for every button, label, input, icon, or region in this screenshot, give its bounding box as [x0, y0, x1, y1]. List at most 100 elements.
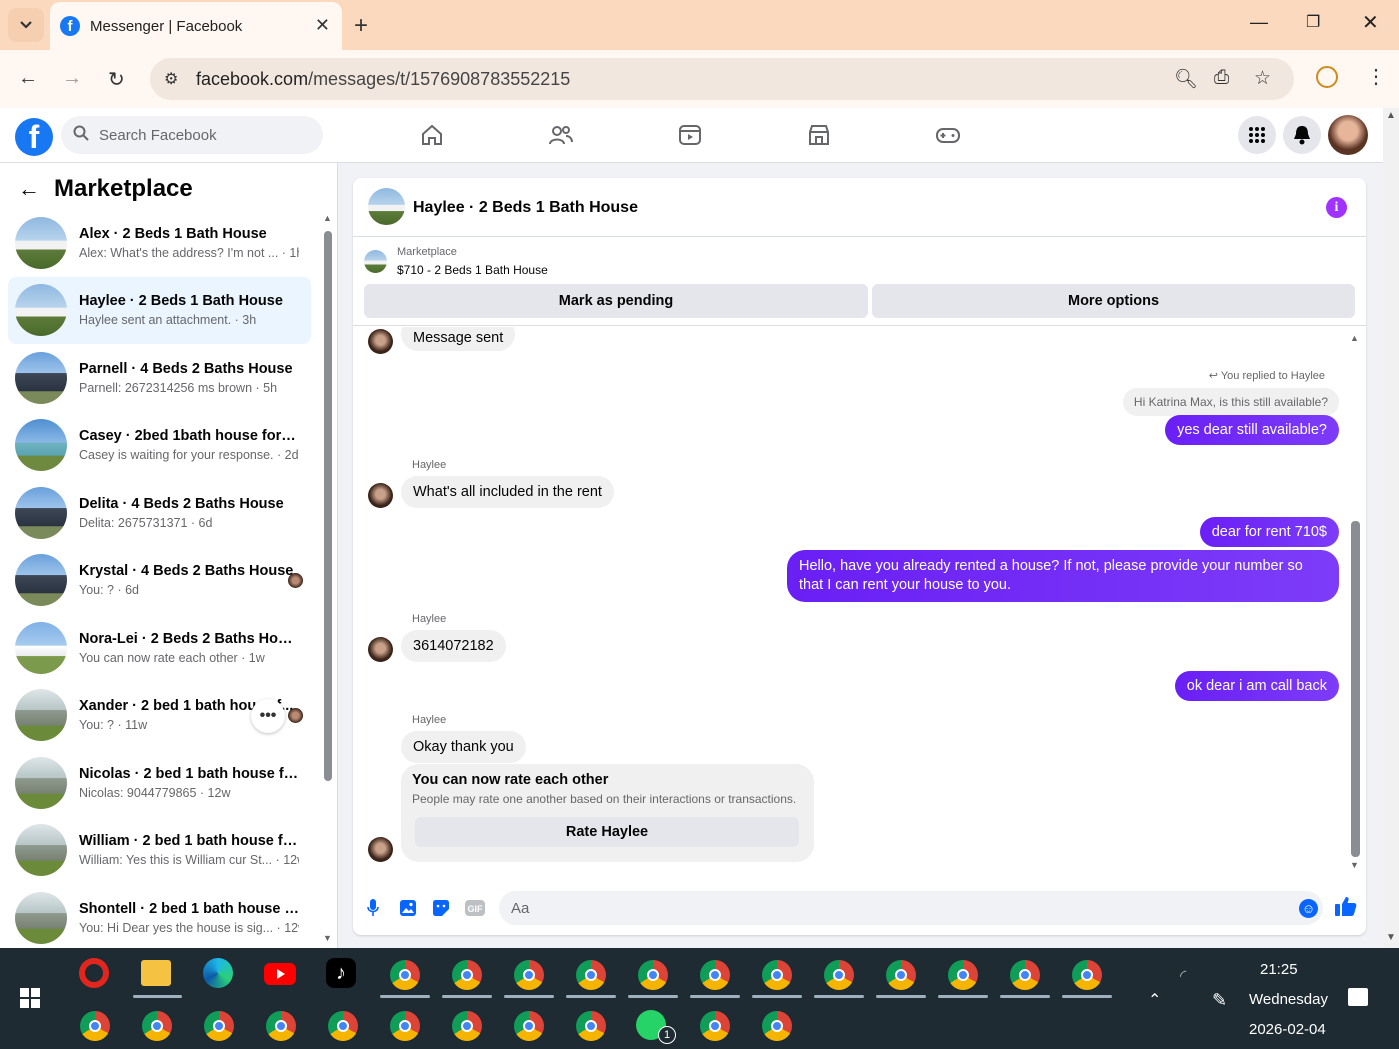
notifications-bell-icon[interactable] [1283, 116, 1321, 154]
edge-icon[interactable] [203, 958, 233, 988]
scroll-up-icon[interactable]: ▲ [1350, 333, 1359, 343]
site-settings-icon[interactable]: ⚙ [164, 69, 178, 89]
conversation-item[interactable]: Nora-Lei · 2 Beds 2 Baths House You can n… [8, 614, 311, 682]
message-input-box[interactable] [499, 891, 1323, 925]
conversation-item[interactable]: William · 2 bed 1 bath house for... Willi… [8, 817, 311, 885]
conversation-item[interactable]: Parnell · 4 Beds 2 Baths House Parnell: 2… [8, 344, 311, 412]
chrome-profile-icon[interactable] [452, 960, 482, 990]
search-input[interactable] [99, 126, 299, 144]
chat-title[interactable]: Haylee · 2 Beds 1 Bath House [413, 199, 638, 217]
chrome-profile-icon[interactable] [266, 1011, 296, 1041]
url-bar[interactable]: ⚙ facebook.com/messages/t/15769087835522… [150, 58, 1294, 100]
chrome-profile-icon[interactable] [328, 1011, 358, 1041]
scrollbar-thumb[interactable] [1351, 521, 1360, 857]
facebook-logo-icon[interactable]: f [15, 118, 53, 156]
conversation-item[interactable]: Delita · 4 Beds 2 Baths House Delita: 267… [8, 479, 311, 547]
chrome-profile-icon[interactable] [1072, 960, 1102, 990]
conversation-item[interactable]: Haylee · 2 Beds 1 Bath House Haylee sent … [8, 276, 311, 344]
marketplace-icon[interactable] [806, 122, 832, 148]
bookmark-star-icon[interactable]: ☆ [1254, 67, 1271, 90]
scroll-down-icon[interactable]: ▼ [1386, 932, 1396, 943]
wifi-icon[interactable]: ◜ [1180, 966, 1186, 986]
close-window-icon[interactable]: ✕ [1362, 10, 1379, 35]
close-tab-icon[interactable]: ✕ [315, 15, 330, 36]
sticker-icon[interactable] [432, 899, 450, 922]
chrome-profile-icon[interactable] [700, 1011, 730, 1041]
clock-time[interactable]: 21:25 [1260, 961, 1298, 978]
minimize-icon[interactable]: — [1250, 12, 1268, 33]
forward-icon[interactable]: → [62, 67, 82, 90]
back-icon[interactable]: ← [18, 67, 38, 90]
conversation-item[interactable]: Casey · 2bed 1bath house for rent Casey i… [8, 412, 311, 480]
notification-center-icon[interactable] [1348, 988, 1368, 1006]
browser-tab[interactable]: f Messenger | Facebook ✕ [50, 2, 342, 50]
gif-icon[interactable]: GIF [465, 899, 485, 922]
chrome-profile-icon[interactable] [142, 1011, 172, 1041]
chrome-profile-icon[interactable] [514, 1011, 544, 1041]
chrome-profile-icon[interactable] [824, 960, 854, 990]
quoted-message[interactable]: Hi Katrina Max, is this still available? [1122, 388, 1339, 416]
chrome-profile-icon[interactable] [886, 960, 916, 990]
conversation-item[interactable]: Xander · 2 bed 1 bath house f... You: ? ·… [8, 682, 311, 750]
page-scrollbar[interactable]: ▲ ▼ [1383, 108, 1399, 948]
scroll-down-icon[interactable]: ▼ [1350, 860, 1359, 868]
conversation-item[interactable]: Alex · 2 Beds 1 Bath House Alex: What's t… [8, 209, 311, 277]
chrome-profile-icon[interactable] [204, 1011, 234, 1041]
windows-start-icon[interactable] [20, 988, 40, 1008]
chat-listing-avatar[interactable] [368, 188, 405, 225]
chrome-profile-icon[interactable] [1010, 960, 1040, 990]
youtube-icon[interactable] [264, 963, 296, 985]
search-box[interactable] [61, 116, 323, 154]
conversation-item[interactable]: Shontell · 2 bed 1 bath house fo... You: … [8, 884, 311, 952]
sidebar-scrollbar[interactable]: ▲ ▼ [322, 213, 334, 948]
show-hidden-icons-icon[interactable]: ⌃ [1148, 990, 1161, 1010]
install-app-icon[interactable]: ⎙ [1214, 67, 1229, 89]
chrome-profile-icon[interactable] [762, 1011, 792, 1041]
chrome-profile-icon[interactable] [452, 1011, 482, 1041]
rate-haylee-button[interactable]: Rate Haylee [415, 817, 799, 847]
tiktok-icon[interactable]: ♪ [326, 958, 356, 988]
new-tab-button[interactable]: + [354, 12, 368, 40]
message-input[interactable] [511, 899, 1271, 917]
more-options-button[interactable]: More options [872, 284, 1355, 318]
thumbs-up-icon[interactable] [1335, 896, 1357, 922]
chrome-profile-icon[interactable] [80, 1011, 110, 1041]
listing-price[interactable]: $710 - 2 Beds 1 Bath House [397, 263, 548, 277]
chrome-profile-icon[interactable] [576, 960, 606, 990]
chrome-profile-icon[interactable] [514, 960, 544, 990]
url-text[interactable]: facebook.com/messages/t/1576908783552215 [196, 69, 570, 90]
zoom-icon[interactable]: 🔍︎ [1174, 67, 1198, 91]
menu-grid-icon[interactable] [1238, 116, 1276, 154]
friends-icon[interactable] [548, 122, 574, 148]
tab-search-button[interactable] [8, 8, 44, 42]
back-arrow-icon[interactable]: ← [18, 176, 40, 202]
home-icon[interactable] [419, 122, 445, 148]
pen-icon[interactable]: ✎ [1212, 990, 1227, 1011]
chrome-profile-icon[interactable] [638, 960, 668, 990]
mark-as-pending-button[interactable]: Mark as pending [364, 284, 868, 318]
scroll-up-icon[interactable]: ▲ [323, 213, 332, 223]
reload-icon[interactable]: ↻ [108, 67, 125, 92]
emoji-icon[interactable]: ☺ [1299, 899, 1318, 918]
photo-icon[interactable] [399, 899, 417, 922]
file-explorer-icon[interactable] [141, 960, 171, 986]
chrome-profile-icon[interactable] [762, 960, 792, 990]
conversation-item[interactable]: Nicolas · 2 bed 1 bath house for... Nicol… [8, 749, 311, 817]
clock-day[interactable]: Wednesday [1249, 991, 1328, 1008]
video-icon[interactable] [677, 122, 703, 148]
chrome-profile-icon[interactable] [390, 960, 420, 990]
restore-icon[interactable]: ❐ [1306, 12, 1320, 32]
browser-menu-icon[interactable]: ⋮ [1366, 64, 1386, 89]
scrollbar-thumb[interactable] [324, 231, 332, 781]
gaming-icon[interactable] [935, 122, 961, 148]
profile-icon[interactable] [1316, 66, 1338, 88]
scroll-down-icon[interactable]: ▼ [323, 933, 332, 943]
microphone-icon[interactable] [367, 899, 379, 922]
chrome-profile-icon[interactable] [948, 960, 978, 990]
scroll-up-icon[interactable]: ▲ [1386, 110, 1396, 121]
more-actions-button[interactable]: ••• [251, 698, 285, 733]
clock-date[interactable]: 2026-02-04 [1249, 1021, 1326, 1038]
info-icon[interactable]: i [1326, 197, 1347, 218]
conversation-item[interactable]: Krystal · 4 Beds 2 Baths House You: ? · 6… [8, 547, 311, 615]
opera-icon[interactable] [79, 958, 109, 988]
